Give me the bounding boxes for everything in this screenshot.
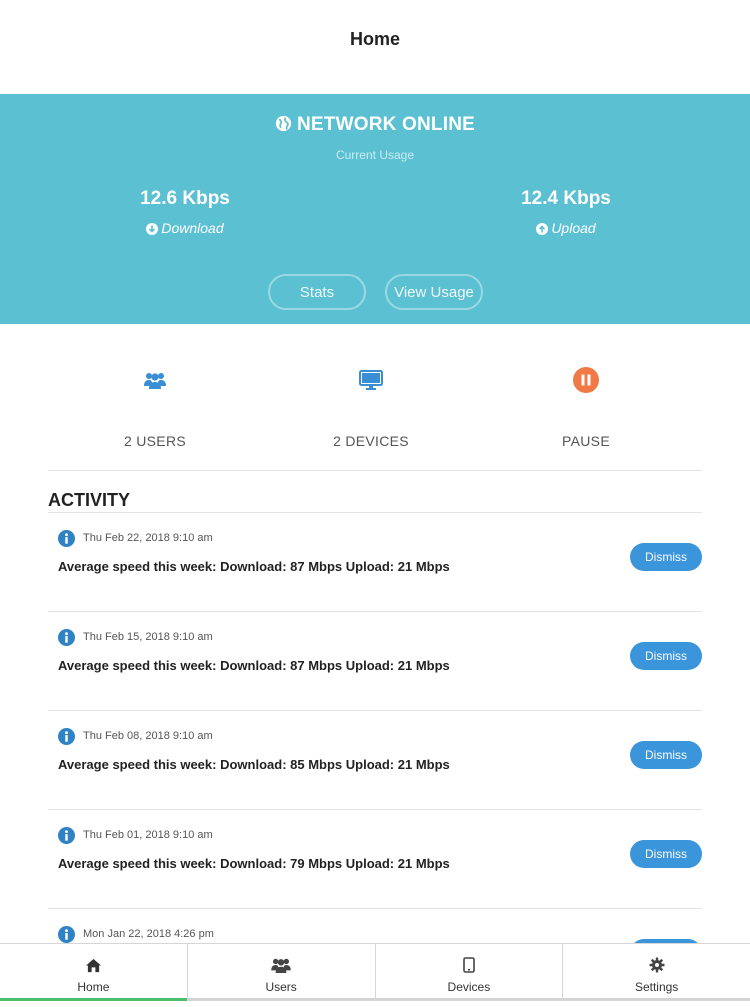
bottom-tab-bar: Home Users Devices Settings [0,943,750,1001]
upload-label: Upload [466,220,666,236]
arrow-down-circle-icon [146,223,159,235]
info-icon [58,827,75,844]
upload-speed: 12.4 Kbps Upload [466,188,666,236]
tab-devices-label: Devices [447,980,491,994]
globe-icon [275,115,292,132]
tab-home[interactable]: Home [0,944,188,1001]
activity-message: Average speed this week: Download: 79 Mb… [58,856,450,871]
upload-label-text: Upload [551,220,596,236]
activity-message: Average speed this week: Download: 85 Mb… [58,757,450,772]
download-value: 12.6 Kbps [140,188,230,209]
activity-item: Thu Feb 08, 2018 9:10 am Average speed t… [48,710,702,809]
tab-users-label: Users [265,980,297,994]
tab-settings[interactable]: Settings [563,944,750,1001]
arrow-up-circle-icon [536,223,549,235]
activity-time: Thu Feb 15, 2018 9:10 am [83,631,213,643]
page-title: Home [349,29,400,49]
activity-message: Average speed this week: Download: 87 Mb… [58,559,450,574]
activity-heading: ACTIVITY [48,490,131,510]
upload-value: 12.4 Kbps [521,188,611,209]
activity-item: Thu Feb 15, 2018 9:10 am Average speed t… [48,611,702,710]
top-bar: Home [0,0,750,94]
dismiss-button[interactable]: Dismiss [630,840,702,868]
users-icon [144,373,166,389]
monitor-icon [359,370,383,390]
current-usage-label: Current Usage [335,148,415,162]
users-icon [271,958,291,973]
quick-actions: 2 USERS 2 DEVICES PAUSE [48,355,702,471]
activity-time: Thu Feb 01, 2018 9:10 am [83,829,213,841]
activity-list: Thu Feb 22, 2018 9:10 am Average speed t… [48,512,702,1007]
home-icon [85,958,101,972]
pause-action-label: PAUSE [562,433,610,449]
activity-item: Thu Feb 01, 2018 9:10 am Average speed t… [48,809,702,908]
dismiss-button[interactable]: Dismiss [630,642,702,670]
view-usage-button[interactable]: View Usage [385,274,483,310]
tab-devices[interactable]: Devices [375,944,564,1001]
info-icon [58,629,75,646]
devices-action[interactable]: 2 DEVICES [281,355,461,449]
info-icon [58,728,75,745]
download-label-text: Download [161,220,224,236]
dismiss-button[interactable]: Dismiss [630,543,702,571]
gear-icon [649,957,665,973]
dismiss-button[interactable]: Dismiss [630,741,702,769]
activity-time: Thu Feb 22, 2018 9:10 am [83,532,213,544]
activity-time: Mon Jan 22, 2018 4:26 pm [83,928,214,940]
network-status-text: NETWORK ONLINE [296,114,475,135]
network-status-panel: NETWORK ONLINE Current Usage 12.6 Kbps D… [0,94,750,324]
pause-action[interactable]: PAUSE [496,355,676,449]
tab-users[interactable]: Users [187,944,376,1001]
activity-item: Thu Feb 22, 2018 9:10 am Average speed t… [48,512,702,611]
tablet-icon [463,957,475,973]
tab-home-label: Home [77,980,110,994]
download-label: Download [85,220,285,236]
info-icon [58,530,75,547]
users-action[interactable]: 2 USERS [65,355,245,449]
info-icon [58,926,75,943]
users-action-label: 2 USERS [123,433,186,449]
tab-settings-label: Settings [634,980,679,994]
activity-message: Average speed this week: Download: 87 Mb… [58,658,450,673]
download-speed: 12.6 Kbps Download [85,188,285,236]
network-status: NETWORK ONLINE [0,114,750,136]
activity-time: Thu Feb 08, 2018 9:10 am [83,730,213,742]
stats-button[interactable]: Stats [268,274,366,310]
devices-action-label: 2 DEVICES [333,433,409,449]
pause-icon [573,367,599,393]
